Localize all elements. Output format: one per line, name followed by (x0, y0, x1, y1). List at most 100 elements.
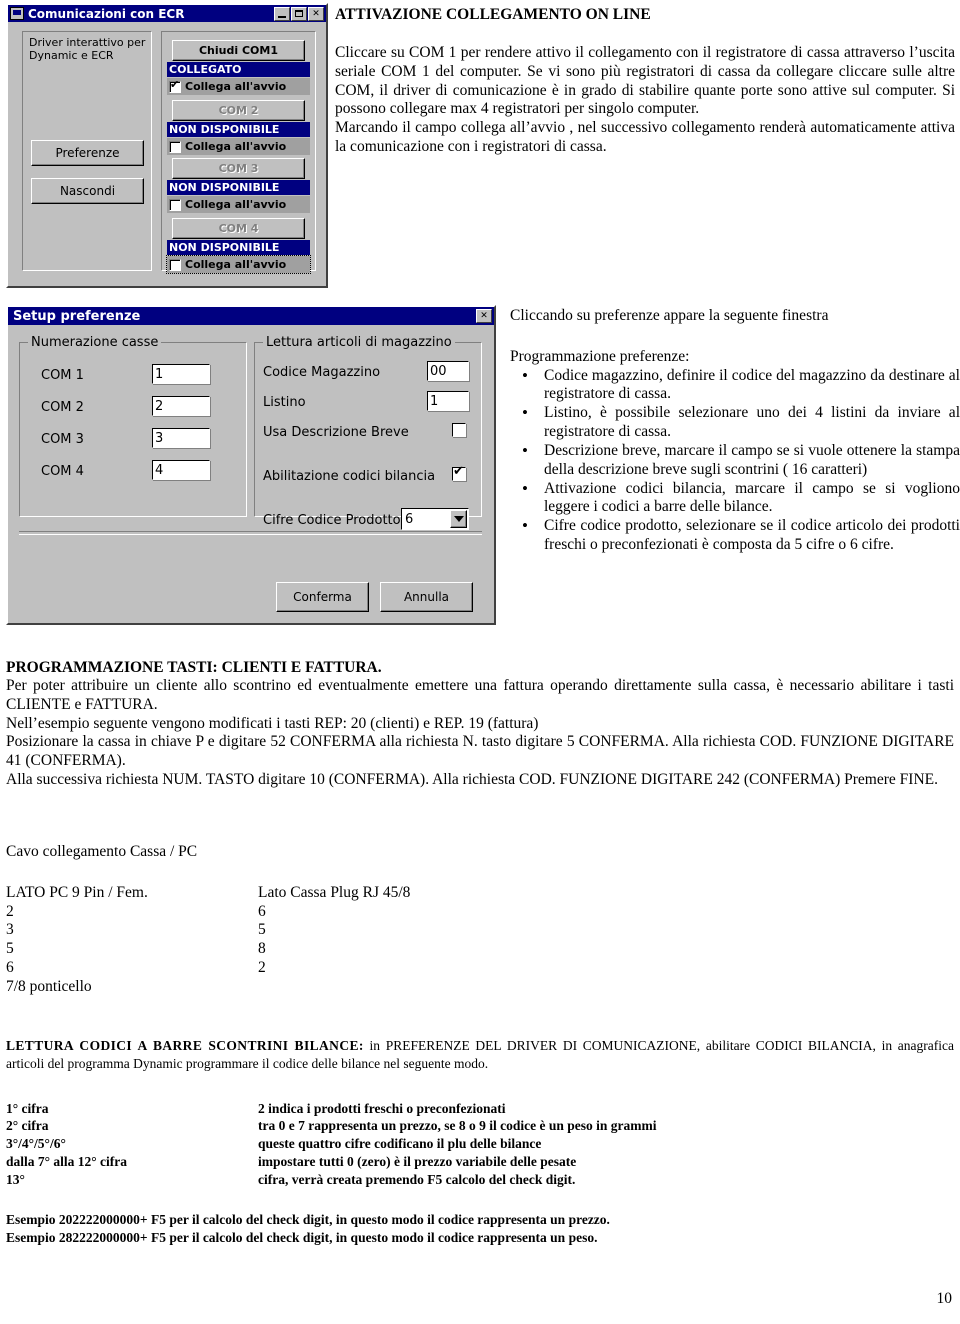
port-button-com4-label: COM 4 (218, 222, 259, 235)
usa-descrizione-breve-checkbox[interactable] (452, 423, 466, 437)
section-attivazione-heading: ATTIVAZIONE COLLEGAMENTO ON LINE (335, 6, 651, 23)
table-row: 2 6 (6, 903, 506, 922)
barre-row3-desc: impostare tutti 0 (zero) è il prezzo var… (258, 1154, 577, 1170)
section-preferenze-intro: Cliccando su preferenze appare la seguen… (510, 307, 829, 324)
dialog2-titlebar[interactable]: Setup preferenze ✕ (8, 307, 494, 325)
port-button-com1[interactable]: Chiudi COM1 (172, 40, 305, 61)
listino-input[interactable]: 1 (427, 391, 469, 411)
table-row: dalla 7° alla 12° cifra impostare tutti … (6, 1153, 954, 1171)
barre-row1-desc: tra 0 e 7 rappresenta un prezzo, se 8 o … (258, 1118, 657, 1134)
list-item: Codice magazzino, definire il codice del… (522, 366, 960, 405)
maximize-icon[interactable] (291, 6, 307, 21)
cavo-row1-cassa: 5 (258, 921, 266, 939)
preferenze-bullet-list: Codice magazzino, definire il codice del… (510, 366, 960, 555)
dialog2-title: Setup preferenze (13, 308, 141, 324)
com3-row-label: COM 3 (41, 432, 84, 447)
list-item: Attivazione codici bilancia, marcare il … (522, 479, 960, 518)
dialog1-window-controls: ✕ (274, 6, 324, 21)
annulla-button-label: Annulla (403, 590, 450, 604)
dialog-comunicazioni-con-ecr: Comunicazioni con ECR ✕ Driver interatti… (6, 3, 328, 288)
codice-magazzino-input[interactable]: 00 (427, 361, 469, 381)
barre-row1-cifra: 2° cifra (6, 1118, 49, 1134)
dialog1-ports-panel: Chiudi COM1 COLLEGATO Collega all'avvio … (161, 31, 316, 274)
port-status-com2-label: NON DISPONIBILE (169, 123, 280, 136)
cavo-row0-cassa: 6 (258, 902, 266, 920)
barre-row4-cifra: 13° (6, 1171, 25, 1187)
dialog-setup-preferenze: Setup preferenze ✕ Numerazione casse COM… (6, 305, 496, 625)
codice-magazzino-label: Codice Magazzino (263, 365, 381, 380)
port-autoconnect-com3-label: Collega all'avvio (185, 198, 287, 211)
close-icon[interactable]: ✕ (476, 309, 492, 323)
group-lettura-articoli-label: Lettura articoli di magazzino (263, 335, 455, 350)
dialog1-titlebar[interactable]: Comunicazioni con ECR ✕ (8, 5, 326, 22)
conferma-button[interactable]: Conferma (276, 582, 369, 612)
group-lettura-articoli: Lettura articoli di magazzino Codice Mag… (254, 335, 482, 530)
port-autoconnect-com4[interactable]: Collega all'avvio (166, 255, 311, 274)
checkbox-icon[interactable] (169, 79, 181, 93)
com1-number-input[interactable]: 1 (152, 364, 210, 384)
checkbox-icon[interactable] (169, 198, 181, 211)
table-row: 7/8 ponticello (6, 978, 506, 997)
port-button-com2-label: COM 2 (218, 104, 259, 117)
cavo-row4-pc: 7/8 ponticello (6, 977, 92, 995)
port-autoconnect-com2[interactable]: Collega all'avvio (167, 138, 310, 155)
chevron-down-icon[interactable] (450, 510, 467, 528)
port-autoconnect-com1[interactable]: Collega all'avvio (167, 78, 310, 95)
listino-label: Listino (263, 395, 306, 410)
dialog2-window-controls: ✕ (476, 309, 492, 323)
port-status-com4-label: NON DISPONIBILE (169, 241, 280, 254)
cavo-row3-cassa: 2 (258, 959, 266, 977)
section-tasti-heading: PROGRAMMAZIONE TASTI: CLIENTI E FATTURA. (6, 659, 382, 676)
nascondi-button-label: Nascondi (59, 184, 116, 198)
list-item: Cifre codice prodotto, selezionare se il… (522, 516, 960, 555)
preferenze-button-label: Preferenze (55, 146, 120, 160)
cavo-row2-cassa: 8 (258, 940, 266, 958)
abilitazione-codici-bilancia-checkbox[interactable] (452, 465, 466, 481)
port-status-com3-label: NON DISPONIBILE (169, 181, 280, 194)
usa-descrizione-breve-label: Usa Descrizione Breve (263, 425, 409, 440)
nascondi-button[interactable]: Nascondi (31, 178, 144, 204)
barre-example-1: Esempio 202222000000+ F5 per il calcolo … (6, 1211, 610, 1227)
abilitazione-codici-bilancia-label: Abilitazione codici bilancia (263, 469, 436, 484)
port-status-com4: NON DISPONIBILE (167, 240, 310, 255)
com2-number-input[interactable]: 2 (152, 396, 210, 416)
close-icon[interactable]: ✕ (308, 6, 324, 21)
section-tasti-paragraph3: Posizionare la cassa in chiave P e digit… (6, 733, 954, 770)
annulla-button[interactable]: Annulla (380, 582, 473, 612)
table-row: 3°/4°/5°/6° queste quattro cifre codific… (6, 1135, 954, 1153)
com3-number-input[interactable]: 3 (152, 428, 210, 448)
section-tasti-paragraph4: Alla successiva richiesta NUM. TASTO dig… (6, 771, 938, 789)
page-number: 10 (936, 1290, 953, 1307)
section-codici-barre: LETTURA CODICI A BARRE SCONTRINI BILANCE… (6, 1037, 954, 1246)
port-status-com2: NON DISPONIBILE (167, 122, 310, 137)
port-autoconnect-com3[interactable]: Collega all'avvio (167, 196, 310, 213)
list-item: Listino, è possibile selezionare uno dei… (522, 403, 960, 442)
section-tasti-paragraph1: Per poter attribuire un cliente allo sco… (6, 677, 954, 713)
port-button-com3[interactable]: COM 3 (172, 158, 305, 179)
cavo-pin-table: LATO PC 9 Pin / Fem. Lato Cassa Plug RJ … (6, 884, 506, 997)
port-button-com3-label: COM 3 (218, 162, 259, 175)
checkbox-icon[interactable] (169, 140, 181, 153)
cavo-row1-pc: 3 (6, 921, 14, 939)
driver-description: Driver interattivo per Dynamic e ECR (29, 36, 145, 63)
dialog1-left-panel: Driver interattivo per Dynamic e ECR Pre… (22, 31, 152, 271)
document-page: Comunicazioni con ECR ✕ Driver interatti… (0, 0, 960, 1324)
cavo-row2-pc: 5 (6, 940, 14, 958)
section-attivazione: ATTIVAZIONE COLLEGAMENTO ON LINE Cliccar… (335, 6, 955, 157)
checkbox-icon[interactable] (169, 258, 181, 271)
driver-description-line2: Dynamic e ECR (29, 48, 114, 62)
table-row: 3 5 (6, 921, 506, 940)
minimize-icon[interactable] (274, 6, 290, 21)
cifre-codice-prodotto-label: Cifre Codice Prodotto (263, 513, 401, 528)
group-numerazione-casse-label: Numerazione casse (28, 335, 162, 350)
section-attivazione-paragraph2: Marcando il campo collega all’avvio , ne… (335, 119, 955, 156)
preferenze-button[interactable]: Preferenze (31, 140, 144, 166)
com4-number-input[interactable]: 4 (152, 460, 210, 480)
table-row: 2° cifra tra 0 e 7 rappresenta un prezzo… (6, 1117, 954, 1135)
port-button-com4[interactable]: COM 4 (172, 218, 305, 239)
port-status-com3: NON DISPONIBILE (167, 180, 310, 195)
port-autoconnect-com2-label: Collega all'avvio (185, 140, 287, 153)
port-button-com2[interactable]: COM 2 (172, 100, 305, 121)
section-preferenze: Cliccando su preferenze appare la seguen… (510, 307, 960, 555)
cifre-codice-prodotto-select[interactable]: 6 (401, 508, 469, 530)
